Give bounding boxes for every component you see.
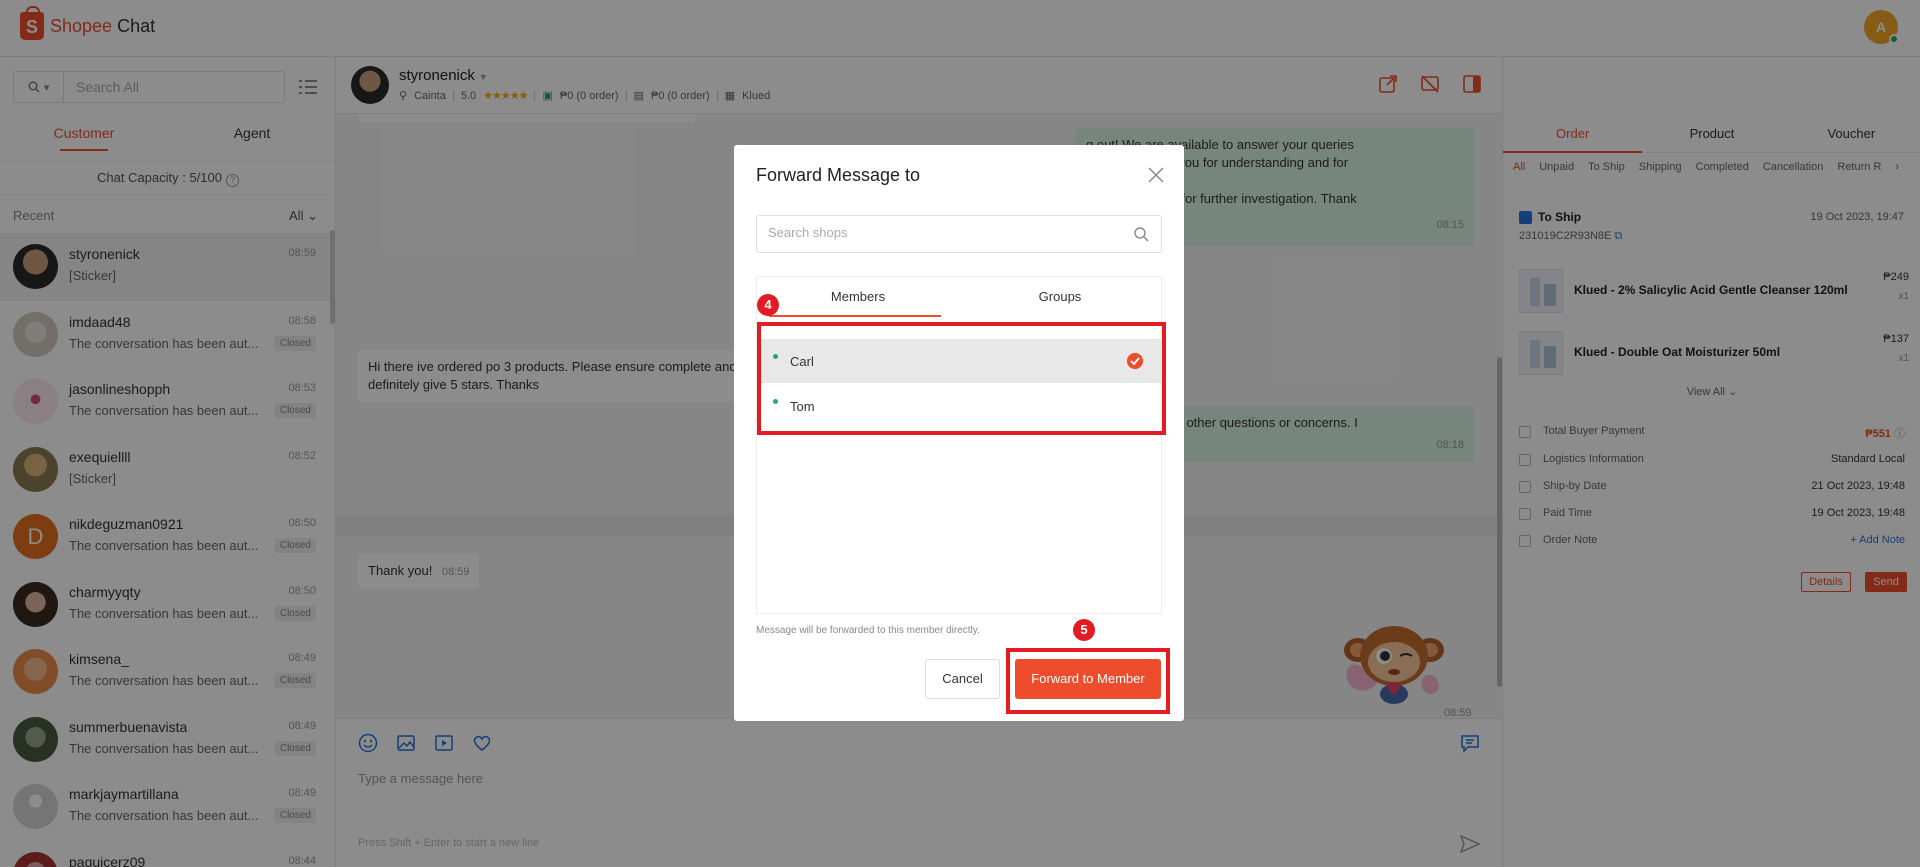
step-badge: 4: [757, 294, 779, 316]
shop-search-box: [756, 215, 1162, 253]
highlight-member-list: [757, 322, 1166, 435]
search-shops-input[interactable]: [768, 225, 1118, 240]
forward-note: Message will be forwarded to this member…: [756, 625, 980, 636]
dialog-title: Forward Message to: [756, 165, 921, 185]
highlight-forward-button: [1006, 648, 1170, 714]
tab-members[interactable]: Members: [757, 277, 959, 317]
tab-groups[interactable]: Groups: [959, 277, 1161, 317]
cancel-button[interactable]: Cancel: [925, 659, 1000, 699]
step-badge: 5: [1073, 619, 1095, 641]
recipient-tabs: Members Groups: [757, 277, 1161, 317]
search-icon[interactable]: [1134, 227, 1149, 242]
close-icon[interactable]: [1148, 167, 1164, 183]
